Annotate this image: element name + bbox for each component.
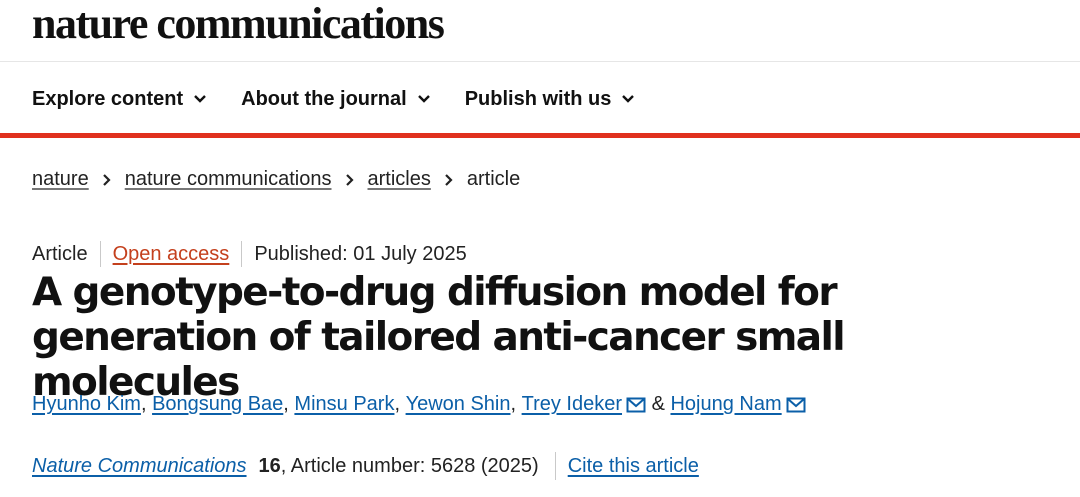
citation-line: Nature Communications 16 , Article numbe… — [32, 452, 699, 480]
nav-label: Publish with us — [464, 87, 612, 110]
citation-divider — [554, 452, 556, 480]
author-separator: , — [394, 393, 401, 415]
nav-label: Explore content — [32, 87, 184, 110]
breadcrumb-nature-communications[interactable]: nature communications — [125, 168, 332, 191]
chevron-down-icon — [194, 95, 206, 103]
open-access-link[interactable]: Open access — [113, 243, 230, 266]
author-link[interactable]: Minsu Park — [294, 393, 394, 416]
author-link[interactable]: Trey Ideker — [522, 393, 622, 416]
mail-icon[interactable] — [626, 397, 646, 413]
author-ampersand: & — [651, 393, 665, 415]
article-meta: Article Open access Published: 01 July 2… — [32, 240, 467, 268]
breadcrumb-articles[interactable]: articles — [368, 168, 431, 191]
breadcrumb-current: article — [466, 168, 521, 190]
nav-about-the-journal[interactable]: About the journal — [241, 88, 431, 111]
chevron-down-icon — [417, 95, 430, 103]
mail-icon[interactable] — [786, 397, 806, 413]
article-title: A genotype-to-drug diffusion model for g… — [32, 270, 846, 405]
breadcrumb: nature nature communications articles ar… — [32, 168, 520, 191]
chevron-right-icon — [102, 173, 111, 186]
chevron-down-icon — [622, 95, 635, 103]
cite-this-article-link[interactable]: Cite this article — [568, 455, 699, 478]
article-number: , Article number: 5628 (2025) — [280, 454, 539, 477]
author-link[interactable]: Yewon Shin — [406, 393, 511, 416]
journal-link[interactable]: Nature Communications — [32, 455, 247, 478]
author-link[interactable]: Bongsung Bae — [152, 393, 283, 416]
author-list: Hyunho Kim, Bongsung Bae, Minsu Park, Ye… — [32, 393, 806, 416]
breadcrumb-nature[interactable]: nature — [32, 168, 89, 191]
header-divider — [0, 61, 1080, 62]
published-date: Published: 01 July 2025 — [254, 242, 467, 265]
author-separator: , — [510, 393, 517, 415]
chevron-right-icon — [445, 173, 453, 186]
article-type: Article — [32, 242, 88, 265]
meta-divider — [241, 241, 243, 267]
author-link[interactable]: Hojung Nam — [670, 393, 781, 416]
nav-explore-content[interactable]: Explore content — [32, 88, 207, 111]
author-separator: , — [140, 393, 147, 415]
accent-bar — [0, 133, 1080, 138]
meta-divider — [99, 241, 101, 267]
nav-publish-with-us[interactable]: Publish with us — [465, 88, 636, 111]
volume-number: 16 — [258, 454, 281, 477]
journal-logo[interactable]: nature communications — [32, 0, 445, 48]
chevron-right-icon — [345, 173, 354, 186]
main-nav: Explore content About the journal Publis… — [32, 84, 669, 114]
author-link[interactable]: Hyunho Kim — [32, 393, 141, 416]
nav-label: About the journal — [241, 87, 407, 110]
author-separator: , — [283, 393, 289, 415]
